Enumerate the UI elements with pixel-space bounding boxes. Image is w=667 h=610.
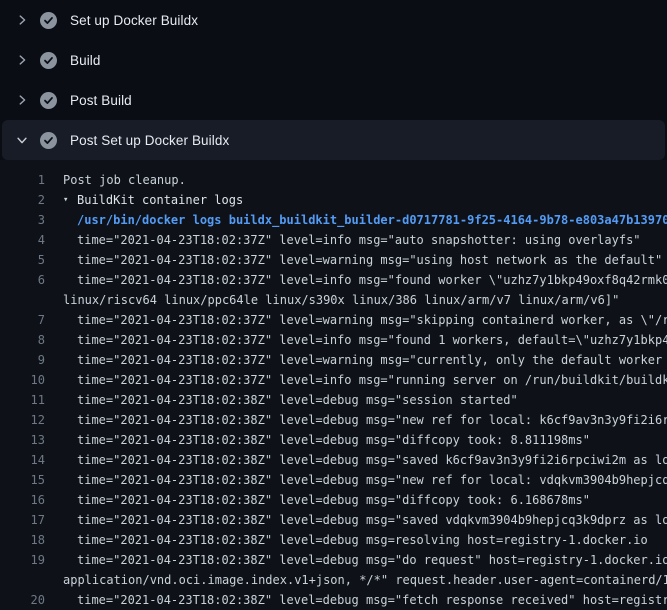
log-line-text: time="2021-04-23T18:02:38Z" level=debug … — [63, 510, 667, 530]
log-line: 10 time="2021-04-23T18:02:37Z" level=inf… — [0, 370, 667, 390]
check-circle-icon — [40, 92, 57, 109]
step-build[interactable]: Build — [2, 40, 665, 80]
log-line-number[interactable] — [0, 570, 63, 590]
log-line-text: time="2021-04-23T18:02:37Z" level=info m… — [63, 230, 641, 250]
log-line: 17 time="2021-04-23T18:02:38Z" level=deb… — [0, 510, 667, 530]
log-line-text: application/vnd.oci.image.index.v1+json,… — [63, 570, 667, 590]
log-line-text: time="2021-04-23T18:02:38Z" level=debug … — [63, 390, 518, 410]
chevron-right-icon — [14, 52, 30, 68]
check-circle-icon — [40, 132, 57, 149]
chevron-down-icon — [14, 132, 30, 148]
log-line-text: time="2021-04-23T18:02:38Z" level=debug … — [63, 530, 648, 550]
log-line: 20 time="2021-04-23T18:02:38Z" level=deb… — [0, 590, 667, 610]
log-line: application/vnd.oci.image.index.v1+json,… — [0, 570, 667, 590]
log-line-text: linux/riscv64 linux/ppc64le linux/s390x … — [63, 290, 619, 310]
log-line-number[interactable]: 15 — [0, 470, 63, 490]
log-line: 15 time="2021-04-23T18:02:38Z" level=deb… — [0, 470, 667, 490]
log-line-number[interactable]: 3 — [0, 210, 63, 230]
step-post-build[interactable]: Post Build — [2, 80, 665, 120]
log-line: 14 time="2021-04-23T18:02:38Z" level=deb… — [0, 450, 667, 470]
log-line-text: time="2021-04-23T18:02:37Z" level=warnin… — [63, 250, 662, 270]
log-line-text: time="2021-04-23T18:02:38Z" level=debug … — [63, 550, 667, 570]
log-line-number[interactable]: 5 — [0, 250, 63, 270]
step-list: Set up Docker Buildx Build Post Build Po… — [0, 0, 667, 160]
step-title: Build — [70, 53, 101, 68]
log-line: 6 time="2021-04-23T18:02:37Z" level=info… — [0, 270, 667, 290]
log-line: 18 time="2021-04-23T18:02:38Z" level=deb… — [0, 530, 667, 550]
log-line-number[interactable]: 17 — [0, 510, 63, 530]
step-set-up-docker-buildx[interactable]: Set up Docker Buildx — [2, 0, 665, 40]
log-line: 16 time="2021-04-23T18:02:38Z" level=deb… — [0, 490, 667, 510]
log-line-number[interactable]: 7 — [0, 310, 63, 330]
log-line-text: time="2021-04-23T18:02:38Z" level=debug … — [63, 470, 667, 490]
check-circle-icon — [40, 52, 57, 69]
check-circle-icon — [40, 12, 57, 29]
log-line-number[interactable]: 1 — [0, 170, 63, 190]
log-line: 7 time="2021-04-23T18:02:37Z" level=warn… — [0, 310, 667, 330]
log-line: 9 time="2021-04-23T18:02:37Z" level=warn… — [0, 350, 667, 370]
log-line-text: time="2021-04-23T18:02:38Z" level=debug … — [63, 410, 667, 430]
log-line-number[interactable]: 6 — [0, 270, 63, 290]
log-line-number[interactable]: 16 — [0, 490, 63, 510]
log-line[interactable]: 2 ▾BuildKit container logs — [0, 190, 667, 210]
log-line-number[interactable]: 11 — [0, 390, 63, 410]
log-lines: 1 Post job cleanup. 2 ▾BuildKit containe… — [0, 160, 667, 610]
log-line-text: time="2021-04-23T18:02:37Z" level=info m… — [63, 270, 667, 290]
log-line-number[interactable]: 9 — [0, 350, 63, 370]
log-line: 5 time="2021-04-23T18:02:37Z" level=warn… — [0, 250, 667, 270]
log-line: 1 Post job cleanup. — [0, 170, 667, 190]
log-line-text: time="2021-04-23T18:02:38Z" level=debug … — [63, 430, 590, 450]
step-title: Set up Docker Buildx — [70, 13, 198, 28]
log-line-number[interactable]: 14 — [0, 450, 63, 470]
log-line-number[interactable]: 10 — [0, 370, 63, 390]
step-post-set-up-docker-buildx[interactable]: Post Set up Docker Buildx — [2, 120, 665, 160]
collapse-triangle-icon[interactable]: ▾ — [63, 190, 77, 210]
chevron-right-icon — [14, 12, 30, 28]
log-line: 8 time="2021-04-23T18:02:37Z" level=info… — [0, 330, 667, 350]
log-line: 3 /usr/bin/docker logs buildx_buildkit_b… — [0, 210, 667, 230]
log-line-text: time="2021-04-23T18:02:37Z" level=warnin… — [63, 310, 667, 330]
log-line-number[interactable]: 8 — [0, 330, 63, 350]
log-line: 11 time="2021-04-23T18:02:38Z" level=deb… — [0, 390, 667, 410]
log-line-text: /usr/bin/docker logs buildx_buildkit_bui… — [63, 210, 667, 230]
log-line-number[interactable]: 4 — [0, 230, 63, 250]
log-line: 19 time="2021-04-23T18:02:38Z" level=deb… — [0, 550, 667, 570]
log-line-text: time="2021-04-23T18:02:37Z" level=info m… — [63, 370, 667, 390]
log-line-number[interactable]: 19 — [0, 550, 63, 570]
log-line-text: Post job cleanup. — [63, 170, 186, 190]
log-line-text: time="2021-04-23T18:02:38Z" level=debug … — [63, 450, 667, 470]
log-line-number[interactable]: 2 — [0, 190, 63, 210]
log-line: 12 time="2021-04-23T18:02:38Z" level=deb… — [0, 410, 667, 430]
log-line: 4 time="2021-04-23T18:02:37Z" level=info… — [0, 230, 667, 250]
log-line-text: time="2021-04-23T18:02:37Z" level=info m… — [63, 330, 667, 350]
log-line-number[interactable]: 12 — [0, 410, 63, 430]
log-line-text: BuildKit container logs — [77, 190, 243, 210]
log-line-text: time="2021-04-23T18:02:37Z" level=warnin… — [63, 350, 667, 370]
log-line-number[interactable]: 20 — [0, 590, 63, 610]
log-line-number[interactable] — [0, 290, 63, 310]
log-line-number[interactable]: 18 — [0, 530, 63, 550]
log-line: 13 time="2021-04-23T18:02:38Z" level=deb… — [0, 430, 667, 450]
step-title: Post Build — [70, 93, 132, 108]
log-line-number[interactable]: 13 — [0, 430, 63, 450]
step-title: Post Set up Docker Buildx — [70, 133, 229, 148]
chevron-right-icon — [14, 92, 30, 108]
log-line: linux/riscv64 linux/ppc64le linux/s390x … — [0, 290, 667, 310]
log-line-text: time="2021-04-23T18:02:38Z" level=debug … — [63, 590, 667, 610]
log-line-text: time="2021-04-23T18:02:38Z" level=debug … — [63, 490, 590, 510]
